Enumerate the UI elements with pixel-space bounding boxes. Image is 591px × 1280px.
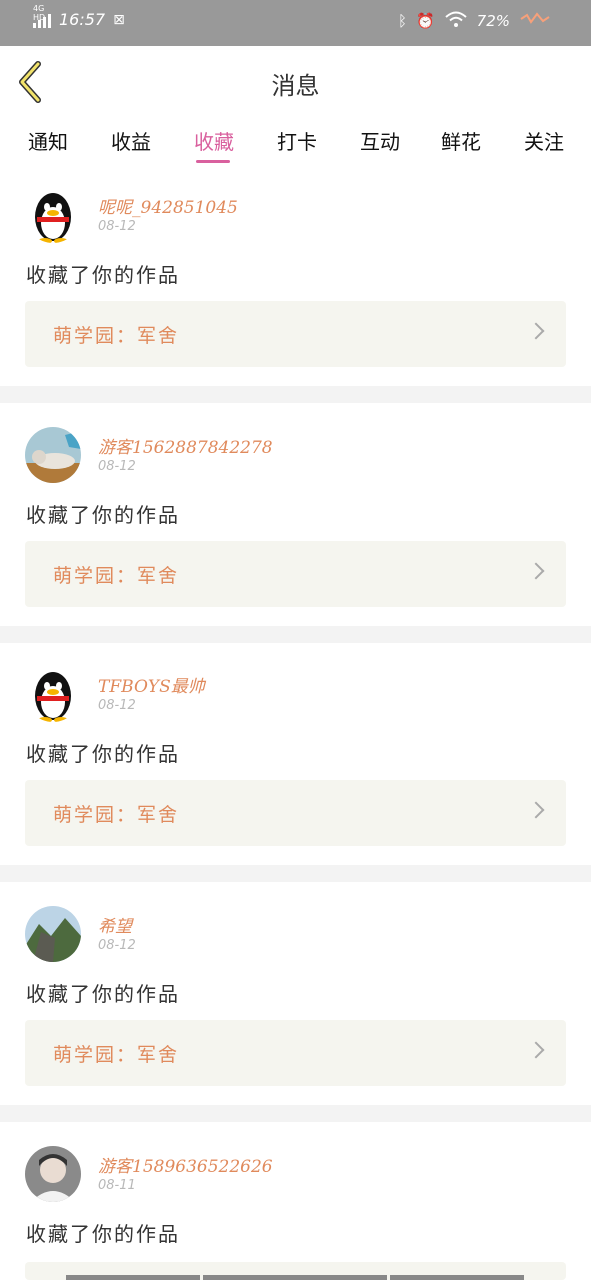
signal-icon: 4G HD	[33, 4, 51, 28]
work-title: 萌学园：军舍	[53, 804, 180, 826]
status-bar: 4G HD 16:57 ⊠ ᛒ ⏰ 72%	[0, 0, 591, 46]
avatar[interactable]	[25, 906, 81, 962]
nav-segment	[66, 1275, 200, 1280]
tab-label: 收藏	[194, 130, 234, 154]
timestamp: 08-12	[98, 938, 136, 953]
message-text: 收藏了你的作品	[26, 263, 180, 287]
message-tabs: 通知 收益 收藏 打卡 互动 鲜花 关注	[0, 118, 591, 168]
divider	[0, 386, 591, 403]
chevron-right-icon	[527, 801, 545, 819]
page-title: 消息	[271, 72, 320, 100]
tab-label: 收益	[111, 130, 151, 154]
username[interactable]: 呢呢_942851045	[98, 193, 238, 218]
landscape-photo-icon	[25, 906, 81, 962]
tab-label: 通知	[28, 130, 68, 154]
tab-flowers[interactable]: 鲜花	[431, 126, 491, 155]
message-text: 收藏了你的作品	[26, 1222, 180, 1246]
username[interactable]: TFBOYS最帅	[98, 672, 205, 697]
page-header: 消息	[0, 46, 591, 119]
tab-checkin[interactable]: 打卡	[267, 126, 327, 155]
timestamp: 08-11	[98, 1178, 136, 1193]
avatar[interactable]	[25, 427, 81, 483]
message-text: 收藏了你的作品	[26, 742, 180, 766]
clock: 16:57	[59, 10, 106, 29]
tab-label: 鲜花	[441, 130, 481, 154]
tab-label: 打卡	[277, 130, 317, 154]
nav-segment	[390, 1275, 524, 1280]
battery-text: 72%	[476, 12, 510, 30]
message-text: 收藏了你的作品	[26, 503, 180, 527]
divider	[0, 1105, 591, 1122]
nav-segment	[203, 1275, 387, 1280]
tab-follow[interactable]: 关注	[514, 126, 574, 155]
chevron-right-icon	[527, 1041, 545, 1059]
message-item: 希望 08-12 收藏了你的作品 萌学园：军舍	[0, 900, 591, 1123]
chevron-right-icon	[527, 322, 545, 340]
timestamp: 08-12	[98, 698, 136, 713]
tab-interaction[interactable]: 互动	[350, 126, 410, 155]
alarm-icon: ⏰	[415, 12, 435, 30]
work-link[interactable]: 萌学园：军舍	[25, 780, 566, 846]
tab-label: 关注	[524, 130, 564, 154]
work-link[interactable]: 萌学园：军舍	[25, 1020, 566, 1086]
work-title: 萌学园：军舍	[53, 325, 180, 347]
work-link[interactable]: 萌学园：军舍	[25, 301, 566, 367]
timestamp: 08-12	[98, 219, 136, 234]
tab-notify[interactable]: 通知	[18, 126, 78, 155]
message-item: 游客1589636522626 08-11 收藏了你的作品	[0, 1140, 591, 1280]
no-sim-icon: ⊠	[113, 11, 125, 28]
battery-icon	[519, 12, 553, 30]
divider	[0, 865, 591, 882]
divider	[0, 626, 591, 643]
active-tab-indicator	[196, 160, 230, 163]
username[interactable]: 游客1562887842278	[98, 433, 273, 458]
avatar[interactable]	[25, 666, 81, 722]
tab-favorites[interactable]: 收藏	[184, 126, 244, 163]
work-title: 萌学园：军舍	[53, 1044, 180, 1066]
work-title: 萌学园：军舍	[53, 565, 180, 587]
username[interactable]: 游客1589636522626	[98, 1152, 273, 1177]
qq-penguin-icon	[35, 193, 71, 243]
cat-photo-icon	[25, 427, 81, 483]
network-type: 4G HD	[33, 3, 46, 22]
message-item: 游客1562887842278 08-12 收藏了你的作品 萌学园：军舍	[0, 421, 591, 644]
message-item: TFBOYS最帅 08-12 收藏了你的作品 萌学园：军舍	[0, 660, 591, 883]
chevron-right-icon	[527, 562, 545, 580]
avatar[interactable]	[25, 187, 81, 243]
timestamp: 08-12	[98, 459, 136, 474]
avatar[interactable]	[25, 1146, 81, 1202]
tab-label: 互动	[360, 130, 400, 154]
message-text: 收藏了你的作品	[26, 982, 180, 1006]
person-photo-icon	[25, 1146, 81, 1202]
wifi-icon	[444, 10, 468, 32]
qq-penguin-icon	[35, 672, 71, 722]
message-item: 呢呢_942851045 08-12 收藏了你的作品 萌学园：军舍	[0, 181, 591, 404]
username[interactable]: 希望	[98, 912, 132, 937]
tab-earnings[interactable]: 收益	[101, 126, 161, 155]
bluetooth-icon: ᛒ	[397, 12, 407, 30]
work-link[interactable]: 萌学园：军舍	[25, 541, 566, 607]
